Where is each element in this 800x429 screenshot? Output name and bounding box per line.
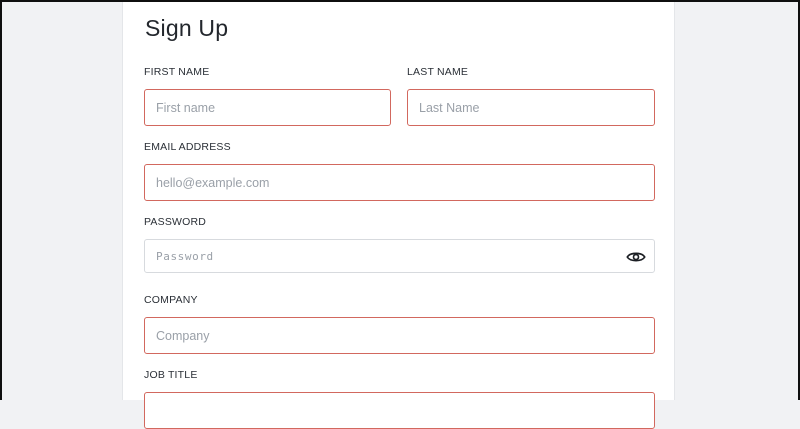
eye-icon[interactable]	[626, 250, 646, 264]
password-input[interactable]	[144, 239, 655, 273]
password-label: PASSWORD	[144, 216, 207, 228]
last-name-input[interactable]	[407, 89, 655, 126]
first-name-label: FIRST NAME	[144, 66, 210, 78]
page-title: Sign Up	[145, 15, 229, 41]
signup-card: Sign Up FIRST NAME LAST NAME EMAIL ADDRE…	[122, 0, 675, 429]
job-title-input[interactable]	[144, 392, 655, 429]
email-label: EMAIL ADDRESS	[144, 141, 231, 153]
company-input[interactable]	[144, 317, 655, 354]
job-title-label: JOB TITLE	[144, 369, 198, 381]
last-name-label: LAST NAME	[407, 66, 469, 78]
company-label: COMPANY	[144, 294, 198, 306]
email-input[interactable]	[144, 164, 655, 201]
first-name-input[interactable]	[144, 89, 391, 126]
